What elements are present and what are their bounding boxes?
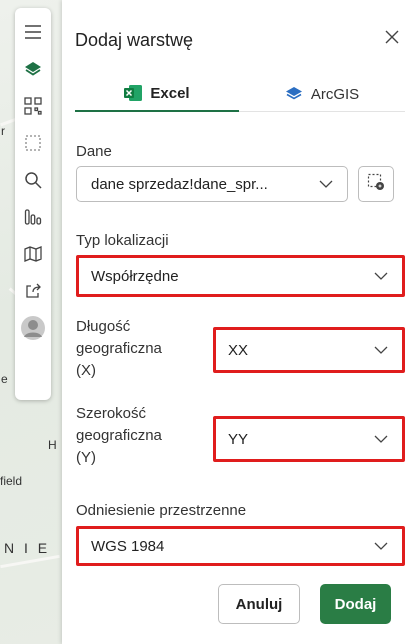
select-range-button[interactable]	[358, 166, 394, 202]
chevron-down-icon	[374, 272, 388, 280]
longitude-label-line: (X)	[76, 362, 96, 379]
latitude-value: YY	[228, 430, 249, 448]
location-type-value: Współrzędne	[91, 267, 179, 285]
latitude-label-line: geograficzna	[76, 427, 162, 444]
data-select-value: dane sprzedaz!dane_spr...	[91, 175, 268, 193]
latitude-label: Szerokość geograficzna (Y)	[76, 403, 162, 469]
tab-arcgis-label: ArcGIS	[310, 85, 360, 103]
longitude-value: XX	[228, 341, 249, 359]
select-range-icon	[367, 173, 385, 196]
map-label: e	[1, 372, 8, 386]
map-label: r	[1, 124, 5, 138]
spatial-reference-value: WGS 1984	[91, 537, 165, 555]
latitude-select[interactable]: YY	[213, 416, 405, 462]
map-icon	[24, 245, 42, 263]
map-label: H	[48, 438, 57, 452]
left-toolbar	[15, 8, 51, 400]
longitude-label-line: Długość	[76, 318, 131, 335]
data-label: Dane	[76, 143, 112, 160]
panel-title: Dodaj warstwę	[75, 30, 194, 50]
tab-excel[interactable]: Excel	[75, 76, 239, 112]
location-type-label: Typ lokalizacji	[76, 232, 169, 249]
cancel-button[interactable]: Anuluj	[218, 584, 300, 624]
avatar-button[interactable]	[19, 314, 47, 342]
search-icon	[24, 171, 42, 189]
spatial-reference-label: Odniesienie przestrzenne	[76, 502, 247, 519]
data-select[interactable]: dane sprzedaz!dane_spr...	[76, 166, 348, 202]
panel-header: Dodaj warstwę	[62, 0, 417, 76]
search-button[interactable]	[19, 166, 47, 194]
chevron-down-icon	[374, 435, 388, 443]
layers-button[interactable]	[19, 55, 47, 83]
selection-button[interactable]	[19, 129, 47, 157]
map-label: N I E	[4, 540, 51, 556]
latitude-label-line: Szerokość	[76, 405, 147, 422]
chart-button[interactable]	[19, 203, 47, 231]
close-icon	[385, 30, 399, 49]
chevron-down-icon	[374, 542, 388, 550]
map-label: field	[0, 474, 23, 488]
source-tabs: Excel ArcGIS	[75, 76, 405, 112]
share-button[interactable]	[19, 277, 47, 305]
close-button[interactable]	[381, 28, 403, 50]
share-icon	[24, 282, 42, 300]
longitude-label: Długość geograficzna (X)	[76, 316, 162, 382]
menu-button[interactable]	[19, 18, 47, 46]
longitude-select[interactable]: XX	[213, 327, 405, 373]
latitude-label-line: (Y)	[76, 449, 96, 466]
longitude-label-line: geograficzna	[76, 340, 162, 357]
map-button[interactable]	[19, 240, 47, 268]
chevron-down-icon	[319, 180, 333, 188]
tab-excel-label: Excel	[150, 84, 190, 102]
excel-icon	[124, 85, 143, 101]
location-type-select[interactable]: Współrzędne	[76, 255, 405, 297]
chart-icon	[24, 208, 42, 226]
spatial-reference-select[interactable]: WGS 1984	[76, 526, 405, 566]
selection-icon	[24, 134, 42, 152]
qr-code-button[interactable]	[19, 92, 47, 120]
menu-icon	[24, 24, 42, 40]
qr-code-icon	[24, 97, 42, 115]
layers-icon	[24, 60, 42, 78]
add-layer-panel: Dodaj warstwę Excel ArcGIS Dane dane spr…	[62, 0, 417, 644]
arcgis-layers-icon	[285, 86, 303, 102]
add-button[interactable]: Dodaj	[320, 584, 391, 624]
chevron-down-icon	[374, 346, 388, 354]
avatar-icon	[20, 315, 46, 341]
tab-arcgis[interactable]: ArcGIS	[239, 76, 405, 112]
